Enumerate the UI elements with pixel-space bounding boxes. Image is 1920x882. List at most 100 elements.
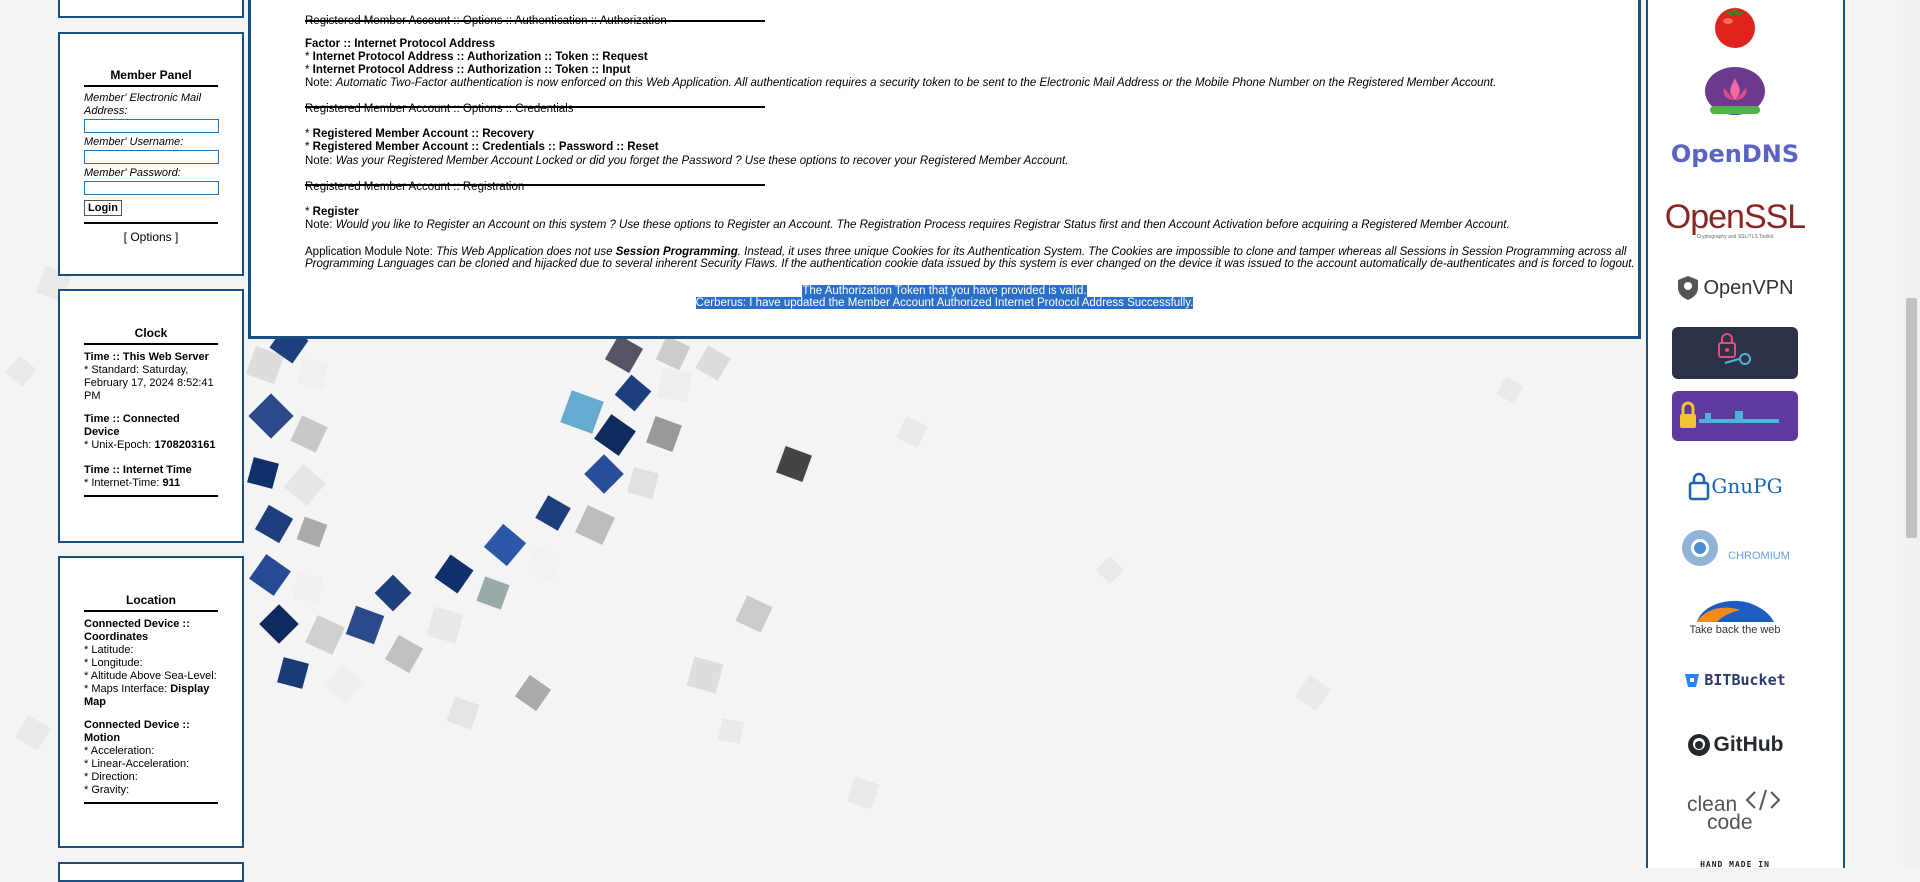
location-title: Location: [84, 593, 218, 612]
opendns-text: OpenDNS: [1670, 140, 1800, 168]
auth-note-label: Note:: [305, 77, 336, 89]
firefox-logo[interactable]: Take back the web: [1672, 594, 1798, 638]
main-content: Registered Member Account :: Options :: …: [248, 0, 1641, 339]
registration-note: Note: Would you like to Register an Acco…: [305, 219, 1510, 232]
options-close: ]: [171, 230, 179, 244]
padlock-banner-logo[interactable]: [1672, 391, 1798, 441]
lotus-logo[interactable]: [1672, 64, 1798, 118]
openssl-text: OpenSSL: [1664, 198, 1806, 236]
bitbucket-text: BITBucket: [1704, 671, 1786, 689]
acceleration-label: * Acceleration:: [84, 745, 155, 757]
scrollbar-thumb[interactable]: [1906, 298, 1917, 538]
module-note-text-2: . Instead, it uses three unique Cookies …: [737, 246, 1627, 258]
member-panel: Member Panel Member' Electronic Mail Add…: [58, 32, 244, 276]
internet-time-value: 911: [162, 477, 181, 489]
options-link[interactable]: Options: [130, 230, 171, 244]
username-label: Member' Username:: [84, 136, 184, 148]
register-link[interactable]: Register: [313, 206, 359, 218]
cleancode-mark: clean code: [1685, 788, 1785, 836]
takeback-text: Take back the web: [1689, 624, 1781, 636]
reset-row: * Registered Member Account :: Credentia…: [305, 141, 659, 153]
bitbucket-icon: [1685, 674, 1700, 687]
auth-note: Note: Automatic Two-Factor authenticatio…: [305, 77, 1496, 90]
token-input-row: * Internet Protocol Address :: Authoriza…: [305, 64, 631, 76]
maps-row: * Maps Interface: Display Map: [84, 683, 218, 709]
registration-header: Registered Member Account :: Registratio…: [305, 181, 525, 193]
epoch-row: * Unix-Epoch: 1708203161: [84, 439, 218, 452]
password-field[interactable]: [84, 181, 219, 195]
internet-time-row: * Internet-Time: 911: [84, 477, 218, 490]
module-note-label: Application Module Note:: [305, 246, 437, 258]
coordinates-heading: Connected Device :: Coordinates: [84, 618, 190, 643]
password-label: Member' Password:: [84, 167, 181, 179]
module-note-line-2: Programming Languages can be cloned and …: [305, 258, 1635, 271]
direction-label: * Direction:: [84, 771, 138, 783]
credentials-header: Registered Member Account :: Options :: …: [305, 103, 574, 115]
auth-note-text: Automatic Two-Factor authentication is n…: [335, 77, 1497, 89]
register-row: * Register: [305, 206, 359, 218]
token-input-link[interactable]: Internet Protocol Address :: Authorizati…: [313, 64, 631, 76]
registration-note-label: Note:: [305, 219, 336, 231]
openvpn-icon: [1678, 276, 1699, 300]
gnupg-key-icon: [1689, 472, 1710, 501]
cleancode-text-2: code: [1707, 811, 1753, 834]
github-logo[interactable]: GitHub: [1672, 729, 1798, 761]
code-brackets-icon: [1745, 789, 1781, 811]
epoch-value: 1708203161: [154, 439, 216, 451]
handmade-text: HAND MADE IN: [1700, 859, 1770, 869]
latitude-label: * Latitude:: [84, 644, 134, 656]
options-row: [ Options ]: [84, 230, 218, 244]
recovery-row: * Registered Member Account :: Recovery: [305, 128, 535, 140]
status-message-valid: The Authorization Token that you have pr…: [802, 285, 1087, 297]
tomato-icon: [1715, 7, 1755, 48]
module-note-text-3: Programming Languages can be cloned and …: [305, 258, 1635, 270]
top-partial-panel: [58, 0, 244, 18]
login-button[interactable]: Login: [84, 200, 122, 216]
factor-heading: Factor :: Internet Protocol Address: [305, 38, 495, 50]
openssl-subtitle: Cryptography and SSL/TLS Toolkit: [1696, 234, 1774, 240]
tomato-logo[interactable]: [1672, 0, 1798, 52]
encryption-card-logo[interactable]: [1672, 327, 1798, 379]
member-panel-title: Member Panel: [84, 68, 218, 87]
chromium-logo[interactable]: CHROMIUM: [1672, 525, 1798, 571]
internet-time-heading: Time :: Internet Time: [84, 464, 192, 476]
device-time-heading: Time :: Connected Device: [84, 413, 180, 438]
reset-link[interactable]: Registered Member Account :: Credentials…: [313, 141, 659, 153]
chromium-text: CHROMIUM: [1728, 550, 1790, 562]
firefox-icon: [1697, 600, 1774, 622]
linear-acceleration-label: * Linear-Acceleration:: [84, 758, 190, 770]
token-request-row: * Internet Protocol Address :: Authoriza…: [305, 51, 648, 63]
server-time-heading: Time :: This Web Server: [84, 351, 209, 363]
lotus-icon: [1705, 67, 1765, 115]
page-scrollbar[interactable]: [1903, 0, 1920, 868]
clock-title: Clock: [84, 326, 218, 345]
github-text: GitHub: [1713, 733, 1784, 756]
github-octocat-icon: [1687, 734, 1710, 756]
openssl-logo[interactable]: OpenSSL Cryptography and SSL/TLS Toolkit: [1665, 194, 1806, 246]
credentials-note-text: Was your Registered Member Account Locke…: [335, 155, 1069, 167]
maps-label: * Maps Interface:: [84, 683, 171, 695]
email-label: Member' Electronic Mail Address:: [84, 92, 202, 117]
status-message-updated: Cerberus: I have updated the Member Acco…: [695, 297, 1194, 309]
clock-panel: Clock Time :: This Web Server * Standard…: [58, 289, 244, 543]
gnupg-text: GnuPG: [1711, 474, 1783, 498]
cleancode-logo[interactable]: clean code: [1672, 786, 1798, 838]
recovery-link[interactable]: Registered Member Account :: Recovery: [313, 128, 534, 140]
longitude-label: * Longitude:: [84, 657, 143, 669]
openvpn-logo[interactable]: OpenVPN: [1672, 270, 1798, 306]
handmade-logo[interactable]: HAND MADE IN: [1672, 858, 1798, 870]
padlock-icon: [1680, 401, 1779, 428]
gnupg-logo[interactable]: GnuPG: [1672, 464, 1798, 508]
bitbucket-logo[interactable]: BITBucket: [1672, 666, 1798, 694]
auth-rule: [305, 20, 765, 22]
credentials-note-label: Note:: [305, 155, 336, 167]
right-logo-sidebar: OpenDNS OpenSSL Cryptography and SSL/TLS…: [1646, 0, 1845, 870]
motion-heading: Connected Device :: Motion: [84, 719, 190, 744]
email-field[interactable]: [84, 119, 219, 133]
opendns-logo[interactable]: OpenDNS: [1670, 134, 1800, 174]
location-panel: Location Connected Device :: Coordinates…: [58, 556, 244, 848]
username-field[interactable]: [84, 150, 219, 164]
token-request-link[interactable]: Internet Protocol Address :: Authorizati…: [313, 51, 648, 63]
credentials-rule: [305, 106, 765, 108]
status-message-updated-row: Cerberus: I have updated the Member Acco…: [251, 297, 1638, 310]
